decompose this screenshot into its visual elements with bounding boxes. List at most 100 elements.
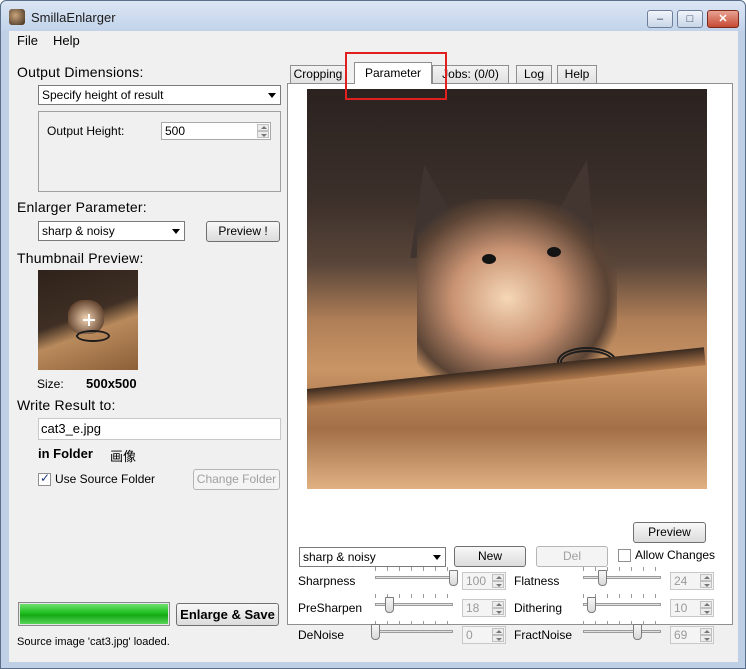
client-area: File Help Output Dimensions: Specify hei…: [9, 31, 738, 662]
tab-jobs[interactable]: Jobs: (0/0): [432, 65, 509, 83]
allow-changes-checkbox[interactable]: [618, 549, 631, 562]
spin-down-icon[interactable]: [492, 635, 504, 642]
fractnoise-value: 69: [674, 628, 688, 642]
window-title: SmillaEnlarger: [31, 10, 116, 25]
spin-up-icon[interactable]: [492, 628, 504, 635]
tab-parameter[interactable]: Parameter: [354, 62, 432, 84]
maximize-button[interactable]: □: [677, 10, 703, 28]
denoise-slider[interactable]: [371, 621, 453, 640]
size-value: 500x500: [86, 376, 137, 391]
presharpen-spinbox[interactable]: 18: [462, 599, 506, 617]
use-source-folder-label[interactable]: Use Source Folder: [55, 472, 155, 486]
slider-thumb[interactable]: [632, 624, 642, 640]
menu-file[interactable]: File: [17, 33, 38, 48]
app-icon: [9, 9, 25, 25]
chevron-down-icon: [172, 229, 180, 234]
flatness-spinbox[interactable]: 24: [670, 572, 714, 590]
fractnoise-slider[interactable]: [583, 621, 661, 640]
status-text: Source image 'cat3.jpg' loaded.: [17, 636, 170, 648]
parameter-pane: Preview sharp & noisy New Del Allow Chan…: [287, 83, 733, 644]
output-dimensions-box: Output Height: 500: [38, 111, 281, 192]
spin-down-icon[interactable]: [492, 608, 504, 615]
title-bar[interactable]: SmillaEnlarger – □ ✕: [1, 1, 745, 31]
denoise-value: 0: [466, 628, 473, 642]
enlarger-preset-select[interactable]: sharp & noisy: [38, 221, 185, 241]
delete-preset-button[interactable]: Del: [536, 546, 608, 567]
progress-bar-fill: [20, 604, 168, 624]
slider-thumb[interactable]: [449, 570, 458, 586]
spin-up-icon[interactable]: [492, 574, 504, 581]
spin-down-icon[interactable]: [700, 608, 712, 615]
preview-image[interactable]: [307, 89, 707, 489]
dithering-spinbox[interactable]: 10: [670, 599, 714, 617]
dimension-mode-select[interactable]: Specify height of result: [38, 85, 281, 105]
preview-button[interactable]: Preview: [633, 522, 706, 543]
slider-track: [375, 576, 453, 579]
spin-down-icon[interactable]: [700, 635, 712, 642]
spin-up-icon[interactable]: [700, 601, 712, 608]
enlarger-preset-value: sharp & noisy: [42, 224, 115, 238]
enlarge-save-button[interactable]: Enlarge & Save: [176, 603, 279, 626]
change-folder-button[interactable]: Change Folder: [193, 469, 280, 490]
size-label: Size:: [37, 377, 64, 391]
flatness-slider[interactable]: [583, 567, 661, 586]
flatness-label: Flatness: [514, 574, 560, 588]
spin-up-icon[interactable]: [257, 124, 269, 131]
enlarger-parameter-title: Enlarger Parameter:: [17, 199, 147, 215]
tab-cropping[interactable]: Cropping: [290, 65, 346, 83]
slider-thumb[interactable]: [586, 597, 596, 613]
sharpness-spinbox[interactable]: 100: [462, 572, 506, 590]
sharpness-slider[interactable]: [375, 567, 458, 586]
denoise-spinbox[interactable]: 0: [462, 626, 506, 644]
dithering-value: 10: [674, 601, 688, 615]
tab-log[interactable]: Log: [516, 65, 552, 83]
output-filename-input[interactable]: cat3_e.jpg: [38, 418, 281, 440]
app-window: SmillaEnlarger – □ ✕ File Help Output Di…: [0, 0, 746, 669]
dithering-slider[interactable]: [583, 594, 661, 613]
slider-track: [583, 576, 661, 579]
spin-down-icon[interactable]: [257, 131, 269, 138]
allow-changes-label[interactable]: Allow Changes: [635, 548, 715, 562]
slider-track: [375, 630, 453, 633]
dithering-label: Dithering: [514, 601, 563, 615]
chevron-down-icon: [268, 93, 276, 98]
output-height-value: 500: [165, 124, 186, 138]
close-button[interactable]: ✕: [707, 10, 739, 28]
spin-down-icon[interactable]: [492, 581, 504, 588]
spin-up-icon[interactable]: [700, 574, 712, 581]
slider-ticks: [375, 621, 453, 625]
progress-bar: [18, 602, 170, 626]
preview-now-button[interactable]: Preview !: [206, 221, 280, 242]
output-height-spinbox[interactable]: 500: [161, 122, 271, 140]
presharpen-value: 18: [466, 601, 480, 615]
thumbnail-image[interactable]: [38, 270, 138, 370]
slider-track: [583, 630, 661, 633]
parameter-preset-select[interactable]: sharp & noisy: [299, 547, 446, 567]
parameter-preset-value: sharp & noisy: [303, 550, 376, 564]
minimize-button[interactable]: –: [647, 10, 673, 28]
crosshair-icon: [83, 314, 95, 326]
fractnoise-label: FractNoise: [514, 628, 573, 642]
fractnoise-spinbox[interactable]: 69: [670, 626, 714, 644]
slider-ticks: [375, 567, 453, 571]
slider-thumb[interactable]: [371, 624, 380, 640]
spin-down-icon[interactable]: [700, 581, 712, 588]
tab-help[interactable]: Help: [557, 65, 597, 83]
output-height-label: Output Height:: [47, 124, 125, 138]
presharpen-slider[interactable]: [375, 594, 453, 613]
in-folder-label: in Folder: [38, 446, 93, 461]
slider-ticks: [583, 567, 661, 571]
output-dimensions-title: Output Dimensions:: [17, 64, 144, 80]
use-source-folder-checkbox[interactable]: [38, 471, 51, 486]
slider-thumb[interactable]: [597, 570, 607, 586]
presharpen-label: PreSharpen: [298, 601, 363, 615]
new-preset-button[interactable]: New: [454, 546, 526, 567]
thumbnail-tag: [76, 330, 110, 342]
slider-thumb[interactable]: [385, 597, 395, 613]
menu-help[interactable]: Help: [53, 33, 80, 48]
spin-up-icon[interactable]: [492, 601, 504, 608]
spin-up-icon[interactable]: [700, 628, 712, 635]
menu-bar: File Help: [9, 31, 738, 51]
sharpness-value: 100: [466, 574, 487, 588]
slider-ticks: [583, 621, 661, 625]
